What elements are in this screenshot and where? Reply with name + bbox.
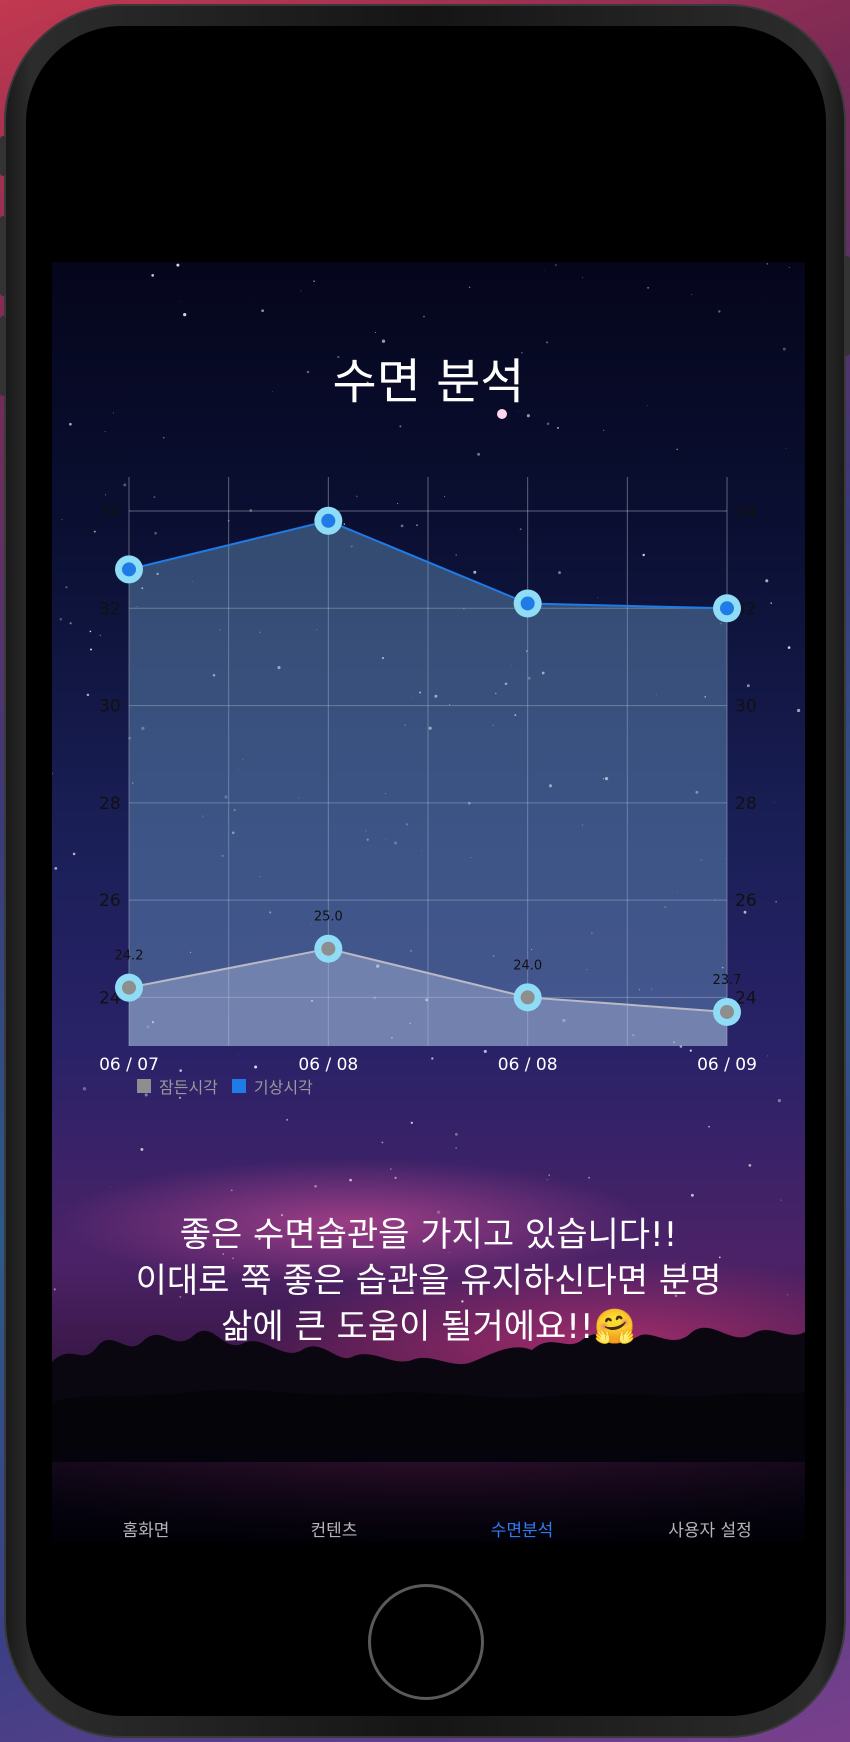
message-line: 좋은 수면습관을 가지고 있습니다!!: [179, 1215, 678, 1255]
star: [381, 1141, 384, 1144]
sleep-data-label: 24.2: [115, 949, 144, 964]
wake-point: [321, 513, 336, 528]
tab-content[interactable]: 컨텐츠: [240, 1516, 428, 1541]
star: [548, 1174, 550, 1176]
star: [394, 1176, 397, 1180]
x-tick-label: 06 / 07: [99, 1055, 159, 1075]
legend-item-wake: 기상시각: [231, 1074, 313, 1098]
x-tick-label: 06 / 08: [498, 1055, 558, 1075]
message-line: 이대로 쭉 좋은 습관을 유지하신다면 분명: [135, 1261, 722, 1301]
star: [314, 1184, 317, 1188]
sleep-point: [122, 980, 136, 995]
y-tick-label-right: 28: [735, 794, 757, 814]
power-button: [844, 256, 850, 356]
legend-label-wake: 기상시각: [253, 1078, 313, 1097]
star: [410, 1121, 413, 1124]
sleep-point: [520, 990, 535, 1005]
y-tick-label-left: 32: [99, 599, 121, 619]
y-tick-label-right: 26: [735, 891, 757, 911]
sleep-point: [720, 1004, 734, 1019]
chart-legend: 잠든시각 기상시각: [137, 1074, 327, 1098]
star: [690, 1193, 694, 1197]
sleep-point: [321, 941, 336, 956]
wake-point: [520, 596, 535, 611]
legend-swatch-sleep: [137, 1079, 151, 1093]
star: [588, 1176, 590, 1179]
star: [230, 1189, 233, 1192]
sleep-data-label: 25.0: [314, 910, 343, 925]
x-tick-label: 06 / 08: [298, 1055, 358, 1075]
wake-point: [720, 601, 734, 616]
volume-up-button: [0, 216, 6, 296]
sleep-data-label: 23.7: [713, 973, 742, 988]
star: [140, 1147, 144, 1151]
sleep-feedback-message: 좋은 수면습관을 가지고 있습니다!! 이대로 쭉 좋은 습관을 유지하신다면 …: [52, 1212, 805, 1350]
wake-series-area: [129, 520, 727, 1046]
home-button[interactable]: [368, 1584, 484, 1700]
x-tick-label: 06 / 09: [697, 1055, 757, 1075]
app-screen: 수면 분석 24 24 26 26 28 28 30 30 32 32 34 34 24.2 25.0 24…: [52, 262, 805, 1542]
y-tick-label-left: 26: [99, 891, 121, 911]
y-tick-label-left: 34: [99, 502, 121, 522]
wake-point: [122, 562, 136, 577]
star: [748, 1164, 752, 1167]
y-tick-label-left: 30: [99, 697, 121, 717]
volume-down-button: [0, 316, 6, 396]
star: [109, 1186, 111, 1188]
star: [546, 1179, 548, 1181]
star: [389, 1168, 392, 1171]
legend-swatch-wake: [231, 1079, 246, 1093]
tab-sleep-analysis[interactable]: 수면분석: [428, 1516, 616, 1541]
message-line: 삶에 큰 도움이 될거에요!!🤗: [221, 1307, 636, 1347]
mute-switch: [0, 136, 6, 176]
legend-item-sleep: 잠든시각: [137, 1074, 218, 1098]
tab-home[interactable]: 홈화면: [52, 1516, 240, 1541]
star: [780, 1199, 782, 1201]
tab-user-settings[interactable]: 사용자 설정: [616, 1516, 804, 1541]
y-tick-label-right: 34: [735, 502, 757, 522]
star: [455, 1147, 457, 1149]
y-tick-label-right: 30: [735, 697, 757, 717]
star: [708, 1125, 710, 1128]
legend-label-sleep: 잠든시각: [159, 1078, 218, 1097]
star: [454, 1132, 458, 1136]
sleep-data-label: 24.0: [513, 958, 542, 973]
y-tick-label-left: 28: [99, 794, 121, 814]
sleep-chart: 24 2426 2628 2830 3032 3234 3424.225.024.023.7…: [99, 477, 757, 1075]
star: [349, 1178, 352, 1182]
